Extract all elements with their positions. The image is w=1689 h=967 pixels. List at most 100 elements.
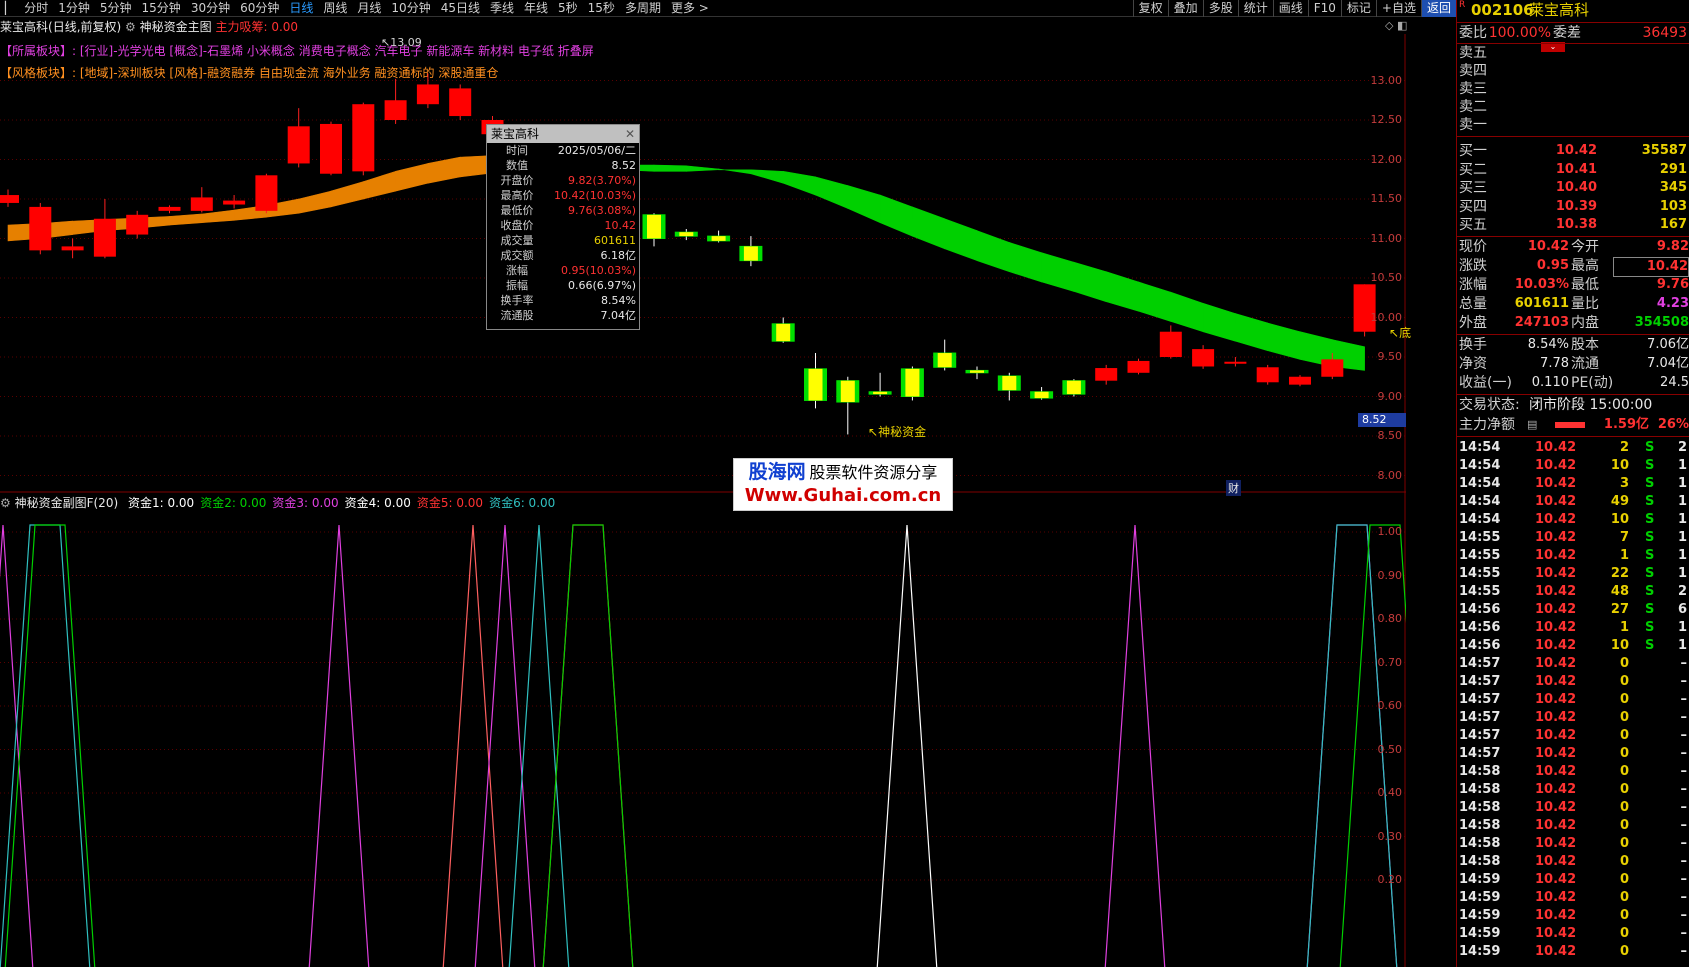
trend-band-segment bbox=[1041, 252, 1075, 292]
ask-row[interactable]: 卖四 bbox=[1457, 62, 1689, 80]
stat-row: 现价 10.42 今开 9.82 bbox=[1459, 239, 1689, 255]
fund-signal-peak bbox=[4, 524, 96, 967]
candle[interactable] bbox=[1127, 358, 1150, 375]
candle[interactable] bbox=[93, 199, 116, 259]
indicator-name[interactable]: 神秘资金主图 bbox=[140, 20, 212, 34]
settings-icon[interactable]: ⚙ bbox=[125, 20, 136, 34]
sub-indicator-chart[interactable] bbox=[0, 493, 1406, 967]
period-tab-6[interactable]: 日线 bbox=[284, 0, 318, 17]
candle[interactable] bbox=[449, 84, 472, 120]
candle[interactable] bbox=[642, 213, 666, 247]
candle[interactable] bbox=[61, 238, 84, 259]
period-tab-0[interactable]: 分时 bbox=[19, 0, 53, 17]
price-tick: 12.00 bbox=[1370, 152, 1403, 166]
candle[interactable] bbox=[352, 102, 375, 176]
ask-row[interactable]: 卖三 bbox=[1457, 80, 1689, 98]
candle[interactable] bbox=[1224, 357, 1247, 367]
period-tab-15[interactable]: 多周期 bbox=[620, 0, 666, 17]
toolbar-button-5[interactable]: F10 bbox=[1307, 0, 1341, 17]
sub-tick: 0.70 bbox=[1377, 655, 1403, 669]
bid-row[interactable]: 买三 10.40 345 bbox=[1457, 179, 1689, 197]
candle[interactable] bbox=[1095, 364, 1118, 385]
candle[interactable] bbox=[707, 230, 731, 243]
period-tab-1[interactable]: 1分钟 bbox=[53, 0, 95, 17]
toolbar-button-1[interactable]: 叠加 bbox=[1167, 0, 1203, 17]
period-tab-16[interactable]: 更多 > bbox=[666, 0, 714, 17]
candle[interactable] bbox=[868, 372, 892, 397]
candle[interactable] bbox=[320, 121, 342, 176]
candle[interactable] bbox=[223, 195, 246, 209]
flow-icon[interactable]: ▤ bbox=[1527, 416, 1537, 434]
period-tab-13[interactable]: 5秒 bbox=[553, 0, 583, 17]
stock-name-side: 莱宝高科 bbox=[1529, 1, 1590, 19]
period-tab-5[interactable]: 60分钟 bbox=[235, 0, 284, 17]
toolbar-button-0[interactable]: 复权 bbox=[1132, 0, 1168, 17]
toolbar-button-4[interactable]: 画线 bbox=[1272, 0, 1308, 17]
tick-trade-row: 14:58 10.42 0– bbox=[1459, 836, 1687, 851]
tick-trade-row: 14:58 10.42 0– bbox=[1459, 854, 1687, 869]
candle[interactable] bbox=[804, 353, 827, 409]
bid-row[interactable]: 买二 10.41 291 bbox=[1457, 161, 1689, 179]
period-tab-14[interactable]: 15秒 bbox=[583, 0, 620, 17]
candle[interactable] bbox=[29, 202, 52, 255]
toolbar-button-8[interactable]: 返回 bbox=[1420, 0, 1456, 17]
tooltip-key: 流通股 bbox=[500, 309, 534, 322]
candle[interactable] bbox=[1062, 379, 1086, 397]
candle[interactable] bbox=[0, 189, 19, 207]
sub-tick: 0.90 bbox=[1377, 568, 1403, 582]
tooltip-value: 0.95(10.03%) bbox=[560, 264, 636, 277]
candle[interactable] bbox=[933, 339, 957, 371]
toolbar-button-2[interactable]: 多股 bbox=[1202, 0, 1238, 17]
close-icon[interactable]: ✕ bbox=[625, 125, 635, 143]
period-tab-12[interactable]: 年线 bbox=[519, 0, 553, 17]
period-tab-7[interactable]: 周线 bbox=[318, 0, 352, 17]
candle[interactable] bbox=[739, 236, 763, 267]
tooltip-value: 601611 bbox=[594, 234, 636, 247]
candle[interactable] bbox=[416, 73, 439, 109]
trend-band-segment bbox=[1170, 291, 1204, 333]
period-tab-4[interactable]: 30分钟 bbox=[186, 0, 235, 17]
toolbar-button-7[interactable]: +自选 bbox=[1375, 0, 1421, 17]
tooltip-row: 成交量 601611 bbox=[487, 233, 639, 248]
tooltip-row: 流通股 7.04亿 bbox=[487, 308, 639, 323]
tick-trade-row: 14:55 10.42 1 S 1 bbox=[1459, 548, 1687, 563]
chart-corner-icons[interactable]: ◇ ◧ bbox=[1385, 19, 1407, 32]
candle[interactable] bbox=[158, 205, 181, 214]
ask-row[interactable]: 卖二 bbox=[1457, 98, 1689, 116]
trend-band-segment bbox=[1008, 242, 1042, 283]
candle[interactable] bbox=[900, 366, 924, 401]
bid-row[interactable]: 买一 10.42 35587 bbox=[1457, 142, 1689, 160]
chart-mode: (日线,前复权) bbox=[48, 20, 122, 34]
ask-row[interactable]: 卖一 bbox=[1457, 116, 1689, 134]
toolbar-left-edge: ▏ bbox=[5, 0, 15, 15]
ask-row[interactable]: 卖五 bbox=[1457, 44, 1689, 62]
tooltip-title: 莱宝高科 bbox=[491, 127, 540, 141]
toolbar-button-6[interactable]: 标记 bbox=[1340, 0, 1376, 17]
period-tab-2[interactable]: 5分钟 bbox=[95, 0, 137, 17]
period-tab-8[interactable]: 月线 bbox=[352, 0, 386, 17]
candle[interactable] bbox=[1289, 375, 1311, 387]
candle[interactable] bbox=[836, 376, 860, 435]
period-tab-11[interactable]: 季线 bbox=[485, 0, 519, 17]
candle[interactable] bbox=[1159, 325, 1182, 359]
candle[interactable] bbox=[287, 108, 310, 168]
candle[interactable] bbox=[1256, 364, 1279, 385]
bid-row[interactable]: 买五 10.38 167 bbox=[1457, 216, 1689, 234]
period-tab-3[interactable]: 15分钟 bbox=[137, 0, 186, 17]
candle[interactable] bbox=[1192, 345, 1215, 369]
candle[interactable] bbox=[190, 187, 213, 213]
candle[interactable] bbox=[674, 229, 698, 241]
candle[interactable] bbox=[771, 317, 795, 343]
fund-row: 净资 7.78 流通 7.04亿 bbox=[1459, 356, 1689, 372]
candle[interactable] bbox=[384, 78, 407, 124]
tick-trade-row: 14:59 10.42 0– bbox=[1459, 944, 1687, 959]
period-tab-9[interactable]: 10分钟 bbox=[386, 0, 435, 17]
candle[interactable] bbox=[126, 210, 149, 239]
candle[interactable] bbox=[1030, 387, 1054, 400]
period-tab-10[interactable]: 45日线 bbox=[436, 0, 485, 17]
candle[interactable] bbox=[255, 173, 278, 214]
bid-row[interactable]: 买四 10.39 103 bbox=[1457, 198, 1689, 216]
candle[interactable] bbox=[965, 366, 989, 380]
kline-chart[interactable] bbox=[0, 34, 1406, 493]
toolbar-button-3[interactable]: 统计 bbox=[1237, 0, 1273, 17]
